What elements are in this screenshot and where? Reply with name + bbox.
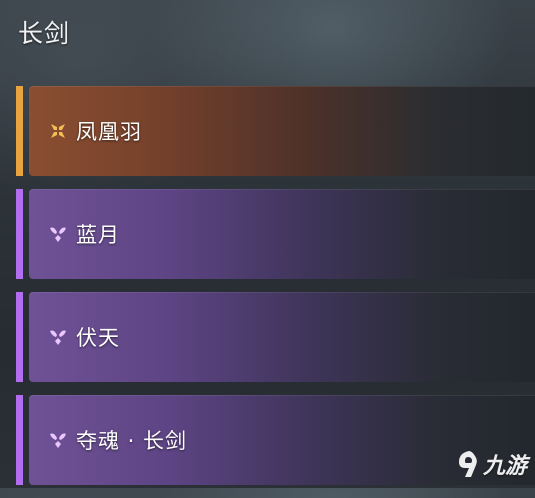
weapon-list: 凤凰羽 蓝月 伏天 夺魂 · 长剑 — [16, 86, 535, 498]
weapon-row-blue-moon[interactable]: 蓝月 — [16, 189, 535, 279]
weapon-row-content: 夺魂 · 长剑 — [49, 395, 187, 485]
watermark-text: 九游 — [482, 454, 527, 479]
weapon-row-content: 蓝月 — [49, 189, 120, 279]
weapon-row-fu-tian[interactable]: 伏天 — [16, 292, 535, 382]
weapon-name: 凤凰羽 — [76, 120, 142, 144]
rarity-stripe — [16, 292, 23, 382]
purple-tri-petal-icon — [50, 227, 66, 242]
rarity-stripe — [16, 86, 23, 176]
weapon-row-phoenix-feather[interactable]: 凤凰羽 — [16, 86, 535, 176]
weapon-row-content: 凤凰羽 — [49, 86, 142, 176]
category-title: 长剑 — [18, 19, 71, 48]
purple-tri-petal-icon — [50, 433, 66, 448]
weapon-row-content: 伏天 — [49, 292, 120, 382]
orange-quad-petal-icon — [51, 124, 65, 138]
nine-game-logo-icon — [458, 451, 477, 477]
weapon-name: 夺魂 · 长剑 — [76, 429, 188, 453]
watermark: 九游 — [455, 448, 527, 480]
purple-tri-petal-icon — [50, 330, 66, 345]
weapon-name: 蓝月 — [76, 223, 120, 247]
rarity-stripe — [16, 395, 23, 485]
weapon-name: 伏天 — [76, 326, 120, 350]
rarity-stripe — [16, 189, 23, 279]
